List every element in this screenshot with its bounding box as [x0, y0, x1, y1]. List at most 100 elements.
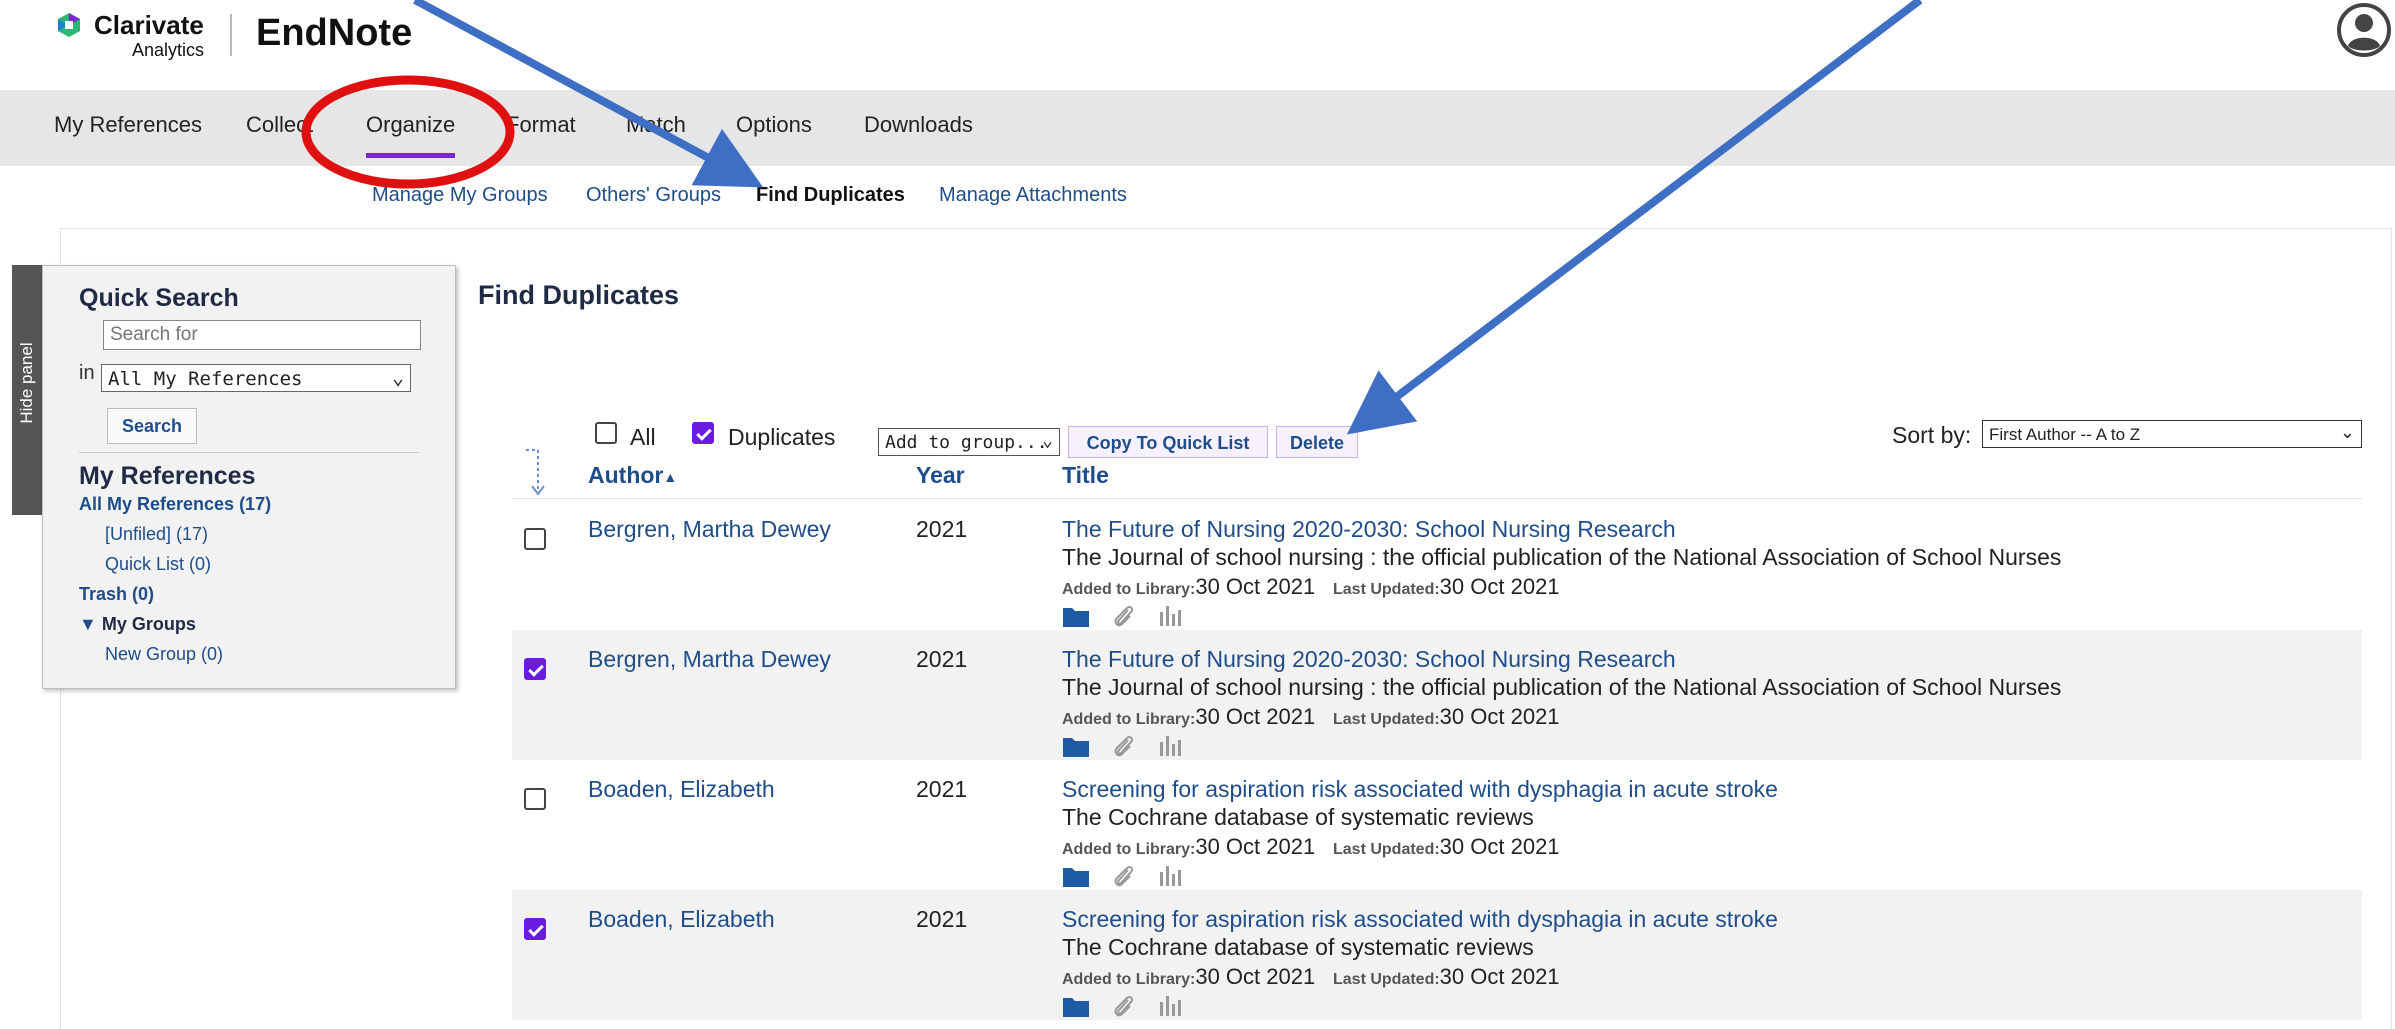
tree-all-my-references[interactable]: All My References (17) — [79, 494, 271, 515]
search-scope-select[interactable]: All My References ⌄ — [101, 364, 411, 392]
tree-quick-list[interactable]: Quick List (0) — [105, 554, 211, 575]
nav-options[interactable]: Options — [736, 112, 812, 138]
added-value: 30 Oct 2021 — [1195, 704, 1316, 729]
row-year: 2021 — [916, 516, 968, 542]
add-to-group-select[interactable]: Add to group... ⌄ — [878, 428, 1060, 456]
hide-panel-label: Hide panel — [17, 342, 36, 424]
my-references-heading: My References — [79, 462, 256, 490]
updated-label: Last Updated: — [1333, 971, 1440, 988]
folder-icon[interactable] — [1062, 994, 1090, 1018]
nav-organize[interactable]: Organize — [366, 112, 456, 158]
brand-divider — [230, 14, 232, 56]
tree-my-groups[interactable]: ▼ My Groups — [79, 614, 196, 635]
sort-by-select[interactable]: First Author -- A to Z ⌄ — [1982, 420, 2362, 448]
updated-value: 30 Oct 2021 — [1439, 834, 1560, 859]
row-year: 2021 — [916, 906, 968, 932]
folder-icon[interactable] — [1062, 734, 1090, 758]
tree-unfiled[interactable]: [Unfiled] (17) — [105, 524, 208, 545]
table-row: Boaden, Elizabeth 2021 Screening for asp… — [512, 760, 2362, 890]
row-author[interactable]: Boaden, Elizabeth — [588, 906, 775, 933]
paperclip-icon[interactable] — [1112, 864, 1136, 890]
bar-chart-icon[interactable] — [1158, 604, 1184, 628]
row-title[interactable]: The Future of Nursing 2020-2030: School … — [1062, 516, 1676, 543]
table-row: Bergren, Martha Dewey 2021 The Future of… — [512, 500, 2362, 630]
tree-trash[interactable]: Trash (0) — [79, 584, 154, 605]
column-title[interactable]: Title — [1062, 462, 1109, 489]
duplicates-checkbox[interactable] — [692, 422, 714, 444]
row-title[interactable]: Screening for aspiration risk associated… — [1062, 776, 1778, 803]
updated-label: Last Updated: — [1333, 711, 1440, 728]
row-checkbox[interactable] — [524, 788, 546, 810]
page-title: Find Duplicates — [478, 280, 680, 310]
bar-chart-icon[interactable] — [1158, 994, 1184, 1018]
results-toolbar: All Duplicates Add to group... ⌄ Copy To… — [510, 420, 2362, 460]
select-all-checkbox[interactable] — [595, 422, 617, 444]
added-label: Added to Library: — [1062, 841, 1196, 858]
row-journal: The Cochrane database of systematic revi… — [1062, 934, 1534, 960]
paperclip-icon[interactable] — [1112, 734, 1136, 760]
company-name: Clarivate — [94, 10, 204, 40]
row-meta: Added to Library:30 Oct 2021 Last Update… — [1062, 704, 1560, 730]
search-in-label: in — [79, 362, 95, 384]
row-author[interactable]: Bergren, Martha Dewey — [588, 646, 831, 673]
nav-collect[interactable]: Collect — [246, 112, 313, 138]
hide-panel-tab[interactable]: Hide panel — [12, 265, 42, 515]
row-meta: Added to Library:30 Oct 2021 Last Update… — [1062, 574, 1560, 600]
column-year[interactable]: Year — [916, 462, 965, 489]
delete-button[interactable]: Delete — [1276, 426, 1358, 458]
nav-match[interactable]: Match — [626, 112, 686, 138]
row-journal: The Journal of school nursing : the offi… — [1062, 674, 2062, 700]
row-checkbox[interactable] — [524, 918, 546, 940]
subnav-find-duplicates[interactable]: Find Duplicates — [756, 184, 905, 207]
duplicates-label: Duplicates — [728, 424, 836, 450]
sort-up-icon: ▲ — [663, 468, 678, 485]
subnav-manage-my-groups[interactable]: Manage My Groups — [372, 184, 548, 207]
row-checkbox[interactable] — [524, 528, 546, 550]
row-journal: The Journal of school nursing : the offi… — [1062, 544, 2062, 570]
nav-format[interactable]: Format — [506, 112, 576, 138]
row-meta: Added to Library: 30 Oct 2021 Last Update… — [1062, 964, 1560, 990]
bar-chart-icon[interactable] — [1158, 864, 1184, 888]
panel-divider — [79, 452, 419, 453]
folder-icon[interactable] — [1062, 864, 1090, 888]
copy-to-quick-list-button[interactable]: Copy To Quick List — [1068, 426, 1268, 458]
column-author[interactable]: Author▲ — [588, 462, 677, 489]
chevron-down-icon: ⌄ — [2339, 422, 2355, 442]
row-year: 2021 — [916, 646, 968, 672]
clarivate-logo-icon — [58, 13, 80, 37]
bar-chart-icon[interactable] — [1158, 734, 1184, 758]
paperclip-icon[interactable] — [1112, 994, 1136, 1020]
added-value: 30 Oct 2021 — [1195, 834, 1316, 859]
row-checkbox[interactable] — [524, 658, 546, 680]
nav-my-references[interactable]: My References — [54, 112, 202, 138]
tree-new-group[interactable]: New Group (0) — [105, 644, 223, 665]
row-author[interactable]: Bergren, Martha Dewey — [588, 516, 831, 543]
subnav-manage-attachments[interactable]: Manage Attachments — [939, 184, 1127, 207]
select-all-label: All — [630, 424, 656, 450]
search-button[interactable]: Search — [107, 408, 197, 444]
row-year: 2021 — [916, 776, 968, 802]
sort-by-value: First Author -- A to Z — [1989, 425, 2141, 444]
row-title[interactable]: Screening for aspiration risk associated… — [1062, 906, 1778, 933]
paperclip-icon[interactable] — [1112, 604, 1136, 630]
product-name: EndNote — [256, 12, 413, 54]
table-row: Boaden, Elizabeth 2021 Screening for asp… — [512, 890, 2362, 1020]
quick-search-input[interactable] — [103, 320, 421, 350]
user-account-icon[interactable] — [2336, 2, 2392, 58]
company-subname: Analytics — [132, 40, 205, 60]
row-meta: Added to Library:30 Oct 2021 Last Update… — [1062, 834, 1560, 860]
row-title[interactable]: The Future of Nursing 2020-2030: School … — [1062, 646, 1676, 673]
updated-value: 30 Oct 2021 — [1439, 964, 1560, 989]
added-value: 30 Oct 2021 — [1195, 574, 1316, 599]
column-author-label: Author — [588, 462, 664, 488]
row-author[interactable]: Boaden, Elizabeth — [588, 776, 775, 803]
added-label: Added to Library: — [1062, 971, 1196, 988]
tree-my-groups-label: My Groups — [101, 614, 196, 634]
chevron-down-icon: ⌄ — [1042, 430, 1053, 451]
folder-icon[interactable] — [1062, 604, 1090, 628]
nav-downloads[interactable]: Downloads — [864, 112, 973, 138]
add-to-group-value: Add to group... — [885, 432, 1048, 453]
subnav-others-groups[interactable]: Others' Groups — [586, 184, 721, 207]
search-scope-value: All My References — [108, 368, 303, 390]
table-row: Bergren, Martha Dewey 2021 The Future of… — [512, 630, 2362, 760]
